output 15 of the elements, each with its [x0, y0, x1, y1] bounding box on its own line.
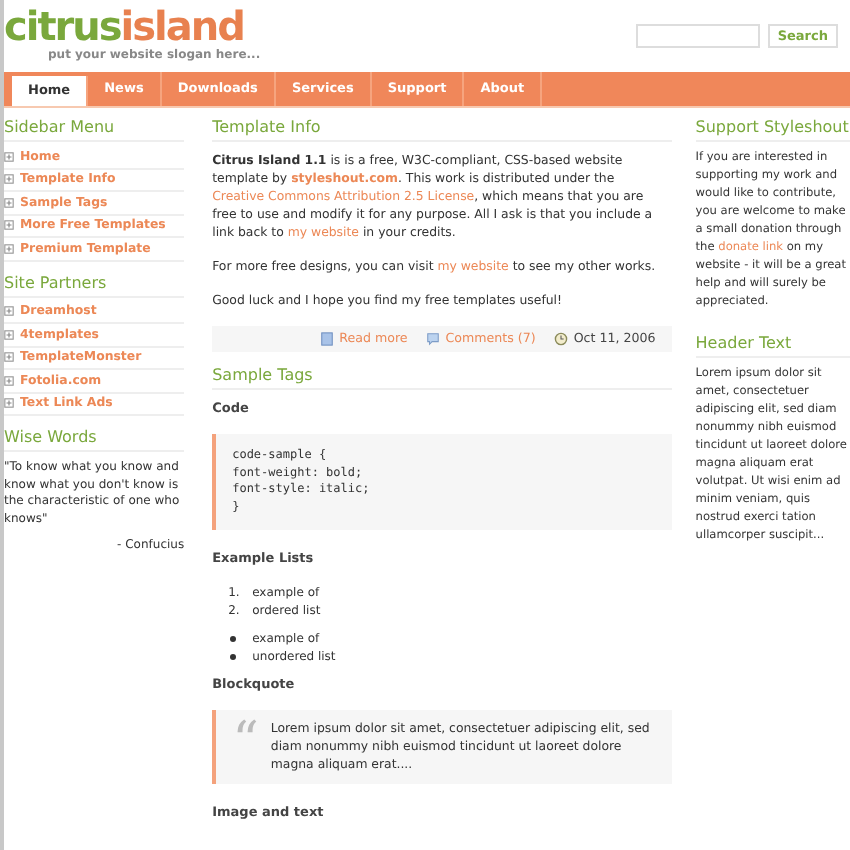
bullet-icon — [230, 636, 237, 642]
search-field[interactable] — [635, 24, 760, 48]
bullet-icon — [230, 654, 237, 660]
sidebar-heading: Support Styleshout — [695, 116, 850, 142]
document-icon — [319, 332, 334, 346]
site-logo[interactable]: citrusisland — [4, 4, 261, 48]
sidebar-heading: Site Partners — [4, 271, 185, 297]
quote-mark: “ — [232, 720, 259, 774]
sidebar-heading: Wise Words — [4, 426, 185, 452]
sidebar-heading: Sidebar Menu — [4, 116, 185, 142]
sidebar-heading: Header Text — [695, 332, 850, 358]
section-heading: Sample Tags — [212, 364, 672, 390]
clock-icon — [553, 332, 568, 346]
speech-bubble-icon — [425, 332, 440, 346]
section-heading: Template Info — [212, 116, 672, 142]
